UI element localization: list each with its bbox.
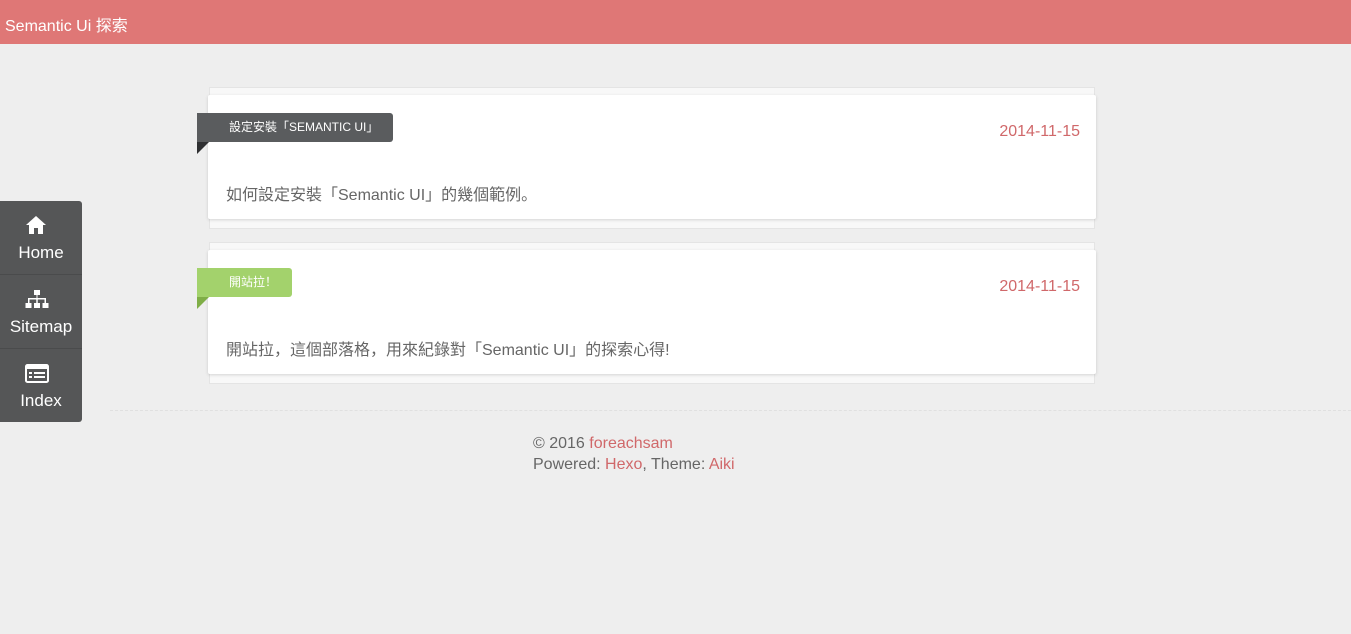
nav-item-sitemap[interactable]: Sitemap — [0, 275, 82, 349]
footer-divider — [110, 410, 1351, 411]
post-date: 2014-11-15 — [999, 123, 1080, 140]
nav-item-home[interactable]: Home — [0, 201, 82, 275]
nav-item-index[interactable]: Index — [0, 349, 82, 422]
home-icon — [26, 216, 46, 234]
ribbon-fold — [197, 142, 209, 154]
powered-label: Powered: — [533, 456, 601, 473]
powered-line: Powered: Hexo, Theme: Aiki — [533, 454, 735, 475]
post-excerpt: 如何設定安裝「Semantic UI」的幾個範例。 — [226, 187, 538, 204]
post-paper: 2014-11-15 開站拉，這個部落格，用來紀錄對「Semantic UI」的… — [208, 250, 1096, 374]
theme-label: Theme: — [651, 456, 706, 473]
side-nav: Home Sitemap Index — [0, 201, 82, 422]
post-excerpt: 開站拉，這個部落格，用來紀錄對「Semantic UI」的探索心得! — [226, 342, 670, 359]
ribbon-fold — [197, 297, 209, 309]
nav-label-home: Home — [18, 243, 64, 262]
hexo-link[interactable]: Hexo — [605, 456, 642, 473]
sitemap-icon — [25, 290, 49, 308]
post-card: 2014-11-15 開站拉，這個部落格，用來紀錄對「Semantic UI」的… — [197, 242, 1096, 384]
post-date: 2014-11-15 — [999, 278, 1080, 295]
post-card: 2014-11-15 如何設定安裝「Semantic UI」的幾個範例。 設定安… — [197, 87, 1096, 229]
post-title-ribbon[interactable]: 設定安裝「SEMANTIC UI」 — [197, 113, 394, 142]
author-link[interactable]: foreachsam — [589, 435, 673, 452]
post-title-ribbon[interactable]: 開站拉！ — [197, 268, 293, 297]
site-title[interactable]: Semantic Ui 探索 — [5, 12, 128, 36]
theme-link[interactable]: Aiki — [709, 456, 735, 473]
top-bar: Semantic Ui 探索 — [0, 0, 1351, 44]
copyright-line: © 2016 foreachsam — [533, 433, 735, 454]
separator: , — [642, 456, 652, 473]
nav-label-sitemap: Sitemap — [9, 317, 73, 336]
copyright-text: © 2016 — [533, 435, 585, 452]
list-icon — [25, 364, 49, 383]
nav-label-index: Index — [20, 391, 62, 410]
footer: © 2016 foreachsam Powered: Hexo, Theme: … — [533, 433, 735, 475]
